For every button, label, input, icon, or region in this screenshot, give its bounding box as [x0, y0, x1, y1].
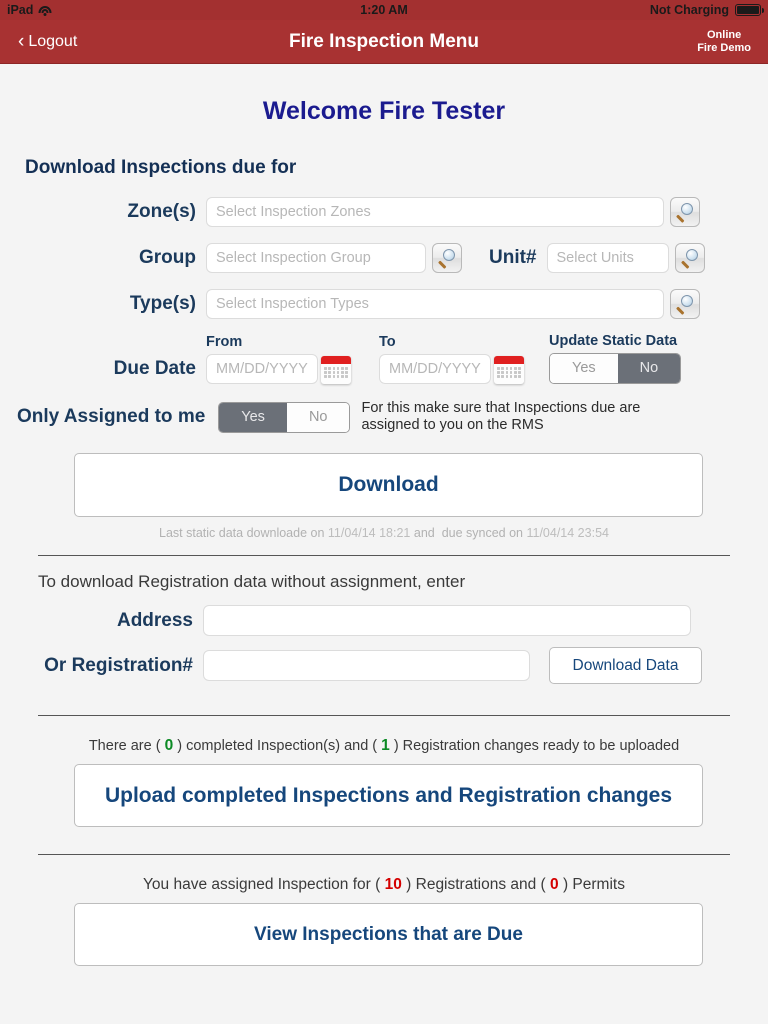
types-label: Type(s)	[129, 293, 196, 314]
group-label: Group	[139, 247, 196, 268]
logout-button[interactable]: ‹ Logout	[0, 32, 77, 51]
assigned-registrations-count: 10	[384, 876, 402, 893]
update-static-data-toggle[interactable]: Yes No	[549, 353, 682, 384]
registration-changes-count: 1	[381, 737, 390, 754]
upload-text-2: ) completed Inspection(s) and (	[177, 738, 378, 754]
divider-2	[38, 715, 730, 716]
address-label: Address	[116, 609, 193, 631]
zones-search-icon[interactable]	[670, 197, 700, 227]
registration-number-label: Or Registration#	[44, 654, 193, 676]
upload-count-line: There are ( 0 ) completed Inspection(s) …	[0, 737, 768, 755]
due-sync-prefix-label: due synced on	[441, 526, 523, 540]
to-calendar-icon[interactable]	[494, 356, 524, 384]
registration-number-row: Or Registration# Download Data	[0, 647, 768, 684]
due-date-row: Due Date From MM/DD/YYYY To MM/DD/YYYY U…	[0, 333, 768, 384]
view-inspections-button[interactable]: View Inspections that are Due	[74, 903, 703, 966]
zones-input[interactable]: Select Inspection Zones	[206, 197, 664, 227]
types-row: Type(s) Select Inspection Types	[0, 289, 768, 319]
update-static-no-option[interactable]: No	[617, 354, 681, 383]
static-sync-timestamp: 11/04/14 18:21	[327, 526, 411, 540]
only-assigned-yes-option[interactable]: Yes	[219, 402, 287, 432]
navigation-bar: ‹ Logout Fire Inspection Menu Online Fir…	[0, 20, 768, 64]
to-date-input[interactable]: MM/DD/YYYY	[379, 354, 491, 384]
upload-text-3: ) Registration changes ready to be uploa…	[393, 738, 680, 754]
battery-status-label: Not Charging	[649, 3, 729, 17]
chevron-left-icon: ‹	[18, 31, 25, 52]
completed-inspections-count: 0	[164, 737, 174, 754]
unit-label: Unit#	[489, 247, 537, 268]
upload-button[interactable]: Upload completed Inspections and Registr…	[74, 764, 703, 827]
registration-number-input[interactable]	[203, 650, 530, 681]
zones-row: Zone(s) Select Inspection Zones	[0, 197, 768, 227]
update-static-data-group: Update Static Data Yes No	[549, 333, 682, 384]
only-assigned-row: Only Assigned to me Yes No For this make…	[17, 400, 768, 434]
logout-button-label: Logout	[28, 32, 78, 50]
to-label: To	[379, 334, 396, 350]
connection-status-line2: Fire Demo	[697, 41, 751, 54]
assigned-text-3: ) Permits	[562, 876, 625, 893]
registration-section-heading: To download Registration data without as…	[38, 572, 466, 591]
due-sync-timestamp: 11/04/14 23:54	[526, 526, 609, 540]
due-date-from-group: From MM/DD/YYYY	[206, 334, 351, 384]
battery-icon	[735, 4, 764, 16]
address-input[interactable]	[203, 605, 691, 636]
assigned-count-line: You have assigned Inspection for ( 10 ) …	[0, 876, 768, 894]
group-input[interactable]: Select Inspection Group	[206, 243, 426, 273]
due-date-label: Due Date	[113, 358, 196, 379]
only-assigned-toggle[interactable]: Yes No	[218, 401, 351, 433]
divider-3	[38, 854, 730, 855]
status-bar: iPad 1:20 AM Not Charging	[0, 0, 768, 20]
group-unit-row: Group Select Inspection Group Unit# Sele…	[0, 243, 768, 273]
connection-status-line1: Online	[706, 28, 742, 41]
only-assigned-no-option[interactable]: No	[286, 402, 350, 432]
connection-status: Online Fire Demo	[697, 29, 768, 55]
update-static-yes-option[interactable]: Yes	[550, 354, 618, 383]
divider-1	[38, 555, 730, 556]
page-title: Fire Inspection Menu	[288, 30, 480, 52]
update-static-data-label: Update Static Data	[549, 333, 678, 349]
upload-text-1: There are (	[88, 738, 161, 754]
only-assigned-label: Only Assigned to me	[17, 406, 206, 427]
assigned-permits-count: 0	[550, 876, 559, 893]
due-date-to-group: To MM/DD/YYYY	[379, 334, 524, 384]
status-bar-right: Not Charging	[649, 3, 764, 17]
download-section-heading: Download Inspections due for	[25, 157, 297, 178]
download-data-button[interactable]: Download Data	[549, 647, 702, 684]
assigned-text-1: You have assigned Inspection for (	[143, 876, 381, 893]
welcome-heading: Welcome Fire Tester	[262, 97, 506, 125]
download-button[interactable]: Download	[74, 453, 703, 517]
from-calendar-icon[interactable]	[321, 356, 351, 384]
sync-prefix-label: Last static data downloade on	[159, 526, 325, 540]
group-search-icon[interactable]	[432, 243, 462, 273]
assigned-text-2: ) Registrations and (	[406, 876, 546, 893]
app-screen: iPad 1:20 AM Not Charging ‹ Logout Fire …	[0, 0, 768, 1024]
address-row: Address	[0, 605, 768, 636]
zones-label: Zone(s)	[127, 201, 196, 222]
sync-status-line: Last static data downloade on 11/04/14 1…	[0, 526, 768, 540]
types-input[interactable]: Select Inspection Types	[206, 289, 664, 319]
from-label: From	[206, 334, 243, 350]
only-assigned-helper-text: For this make sure that Inspections due …	[361, 400, 641, 433]
types-search-icon[interactable]	[670, 289, 700, 319]
unit-input[interactable]: Select Units	[546, 243, 669, 273]
from-date-input[interactable]: MM/DD/YYYY	[206, 354, 318, 384]
sync-mid-label: and	[413, 526, 435, 540]
unit-search-icon[interactable]	[674, 243, 705, 273]
